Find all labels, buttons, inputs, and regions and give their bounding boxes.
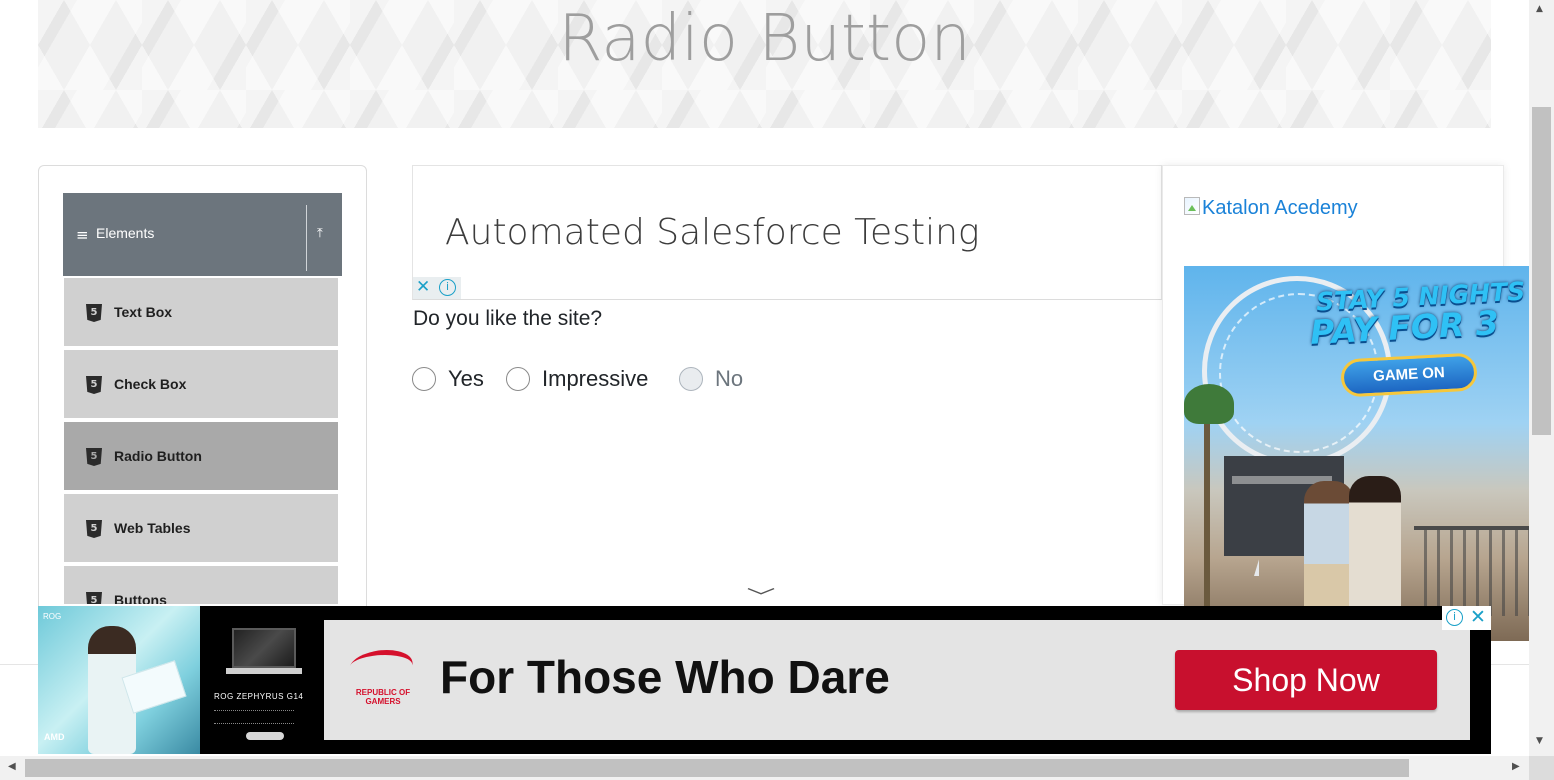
- brand-line: REPUBLIC OF: [355, 688, 411, 697]
- sidebar-item-label: Web Tables: [114, 520, 191, 536]
- katalon-link-text[interactable]: Katalon Acedemy: [1202, 197, 1358, 219]
- sidebar-item-label: Text Box: [114, 304, 173, 320]
- ad-tagline: For Those Who Dare: [440, 651, 890, 703]
- sidebar-item-buttons[interactable]: 5 Buttons: [64, 566, 338, 606]
- group-label: Elements: [96, 225, 155, 241]
- laptop-screen: [232, 628, 296, 668]
- radio-option-impressive[interactable]: Impressive: [506, 366, 666, 392]
- product-model: ROG ZEPHYRUS G14: [214, 692, 304, 701]
- ad-product-panel[interactable]: ROG ZEPHYRUS G14: [200, 606, 324, 754]
- header-divider: [306, 205, 307, 271]
- close-icon[interactable]: ✕: [416, 277, 430, 297]
- katalon-academy-link[interactable]: Katalon Acedemy: [1184, 197, 1358, 220]
- html5-icon: 5: [86, 592, 102, 604]
- fine-print: [214, 710, 294, 724]
- horizontal-scroll-thumb[interactable]: [25, 759, 1409, 777]
- broken-image-icon: [1184, 197, 1200, 215]
- scroll-right-icon[interactable]: ▶: [1512, 761, 1520, 772]
- page-header-banner: Radio Button: [38, 0, 1491, 128]
- rog-eye-icon: [344, 650, 418, 682]
- html5-icon: 5: [86, 520, 102, 538]
- html5-icon: 5: [86, 304, 102, 322]
- scroll-down-icon[interactable]: ▼: [1536, 736, 1543, 746]
- radio-label-impressive[interactable]: Impressive: [542, 366, 648, 392]
- radio-label-yes[interactable]: Yes: [448, 366, 484, 392]
- radio-input-impressive[interactable]: [506, 367, 530, 391]
- radio-input-no: [679, 367, 703, 391]
- amd-logo: AMD: [44, 732, 65, 742]
- vertical-scrollbar[interactable]: ▲ ▼: [1529, 0, 1554, 756]
- mini-shop-button[interactable]: [246, 732, 284, 740]
- boardwalk-railing: [1414, 526, 1529, 616]
- html5-icon: 5: [86, 376, 102, 394]
- sidebar-item-label: Buttons: [114, 592, 167, 606]
- collapse-icon[interactable]: ⤒: [317, 226, 323, 241]
- sidebar-item-label: Radio Button: [114, 448, 202, 464]
- palm-tree-trunk: [1204, 416, 1210, 606]
- sidebar-item-text-box[interactable]: 5 Text Box: [64, 278, 338, 348]
- radio-option-yes[interactable]: Yes: [412, 366, 492, 392]
- radio-label-no: No: [715, 366, 744, 391]
- close-icon[interactable]: ✕: [1470, 606, 1486, 628]
- menu-icon: ≡: [76, 226, 89, 244]
- shop-now-button[interactable]: Shop Now: [1175, 650, 1437, 710]
- rog-small-logo: ROG: [43, 612, 62, 621]
- sidebar-item-label: Check Box: [114, 376, 187, 392]
- scroll-up-icon[interactable]: ▲: [1536, 4, 1543, 14]
- radio-input-yes[interactable]: [412, 367, 436, 391]
- brand-line: GAMERS: [365, 697, 401, 706]
- page-title: Radio Button: [558, 2, 971, 76]
- ad-title: Automated Salesforce Testing: [445, 212, 980, 253]
- sidebar-item-web-tables[interactable]: 5 Web Tables: [64, 494, 338, 564]
- scrollbar-corner: [1529, 756, 1554, 780]
- laptop-base: [226, 668, 302, 674]
- group-header-elements[interactable]: ≡ Elements ⤒: [63, 193, 342, 276]
- palm-tree-leaves: [1184, 384, 1234, 424]
- vertical-scroll-thumb[interactable]: [1532, 107, 1551, 435]
- ad-banner-top[interactable]: Automated Salesforce Testing ✕ i: [412, 165, 1162, 300]
- travel-ad-image[interactable]: STAY 5 NIGHTS PAY FOR 3 GAME ON: [1184, 266, 1529, 641]
- ad-main-panel[interactable]: REPUBLIC OF GAMERS For Those Who Dare Sho…: [324, 620, 1470, 740]
- sidebar-item-radio-button[interactable]: 5 Radio Button: [64, 422, 338, 492]
- ad-lifestyle-image[interactable]: ROG AMD: [38, 606, 200, 754]
- html5-icon: 5: [86, 448, 102, 466]
- game-on-button[interactable]: GAME ON: [1340, 352, 1478, 398]
- radio-option-no: No: [679, 366, 759, 392]
- bottom-ad-banner[interactable]: ROG AMD ROG ZEPHYRUS G14 REPUBLIC OF GAME…: [38, 606, 1491, 754]
- ad-choices[interactable]: ✕ i: [413, 277, 461, 299]
- question-text: Do you like the site?: [413, 307, 603, 330]
- sidebar-item-check-box[interactable]: 5 Check Box: [64, 350, 338, 420]
- rog-logo: REPUBLIC OF GAMERS: [344, 650, 418, 712]
- info-icon[interactable]: i: [1446, 609, 1463, 626]
- info-icon[interactable]: i: [439, 279, 456, 296]
- scroll-left-icon[interactable]: ◀: [8, 761, 16, 772]
- ad-choices[interactable]: i ✕: [1442, 606, 1491, 630]
- horizontal-scrollbar[interactable]: ◀ ▶: [0, 756, 1529, 780]
